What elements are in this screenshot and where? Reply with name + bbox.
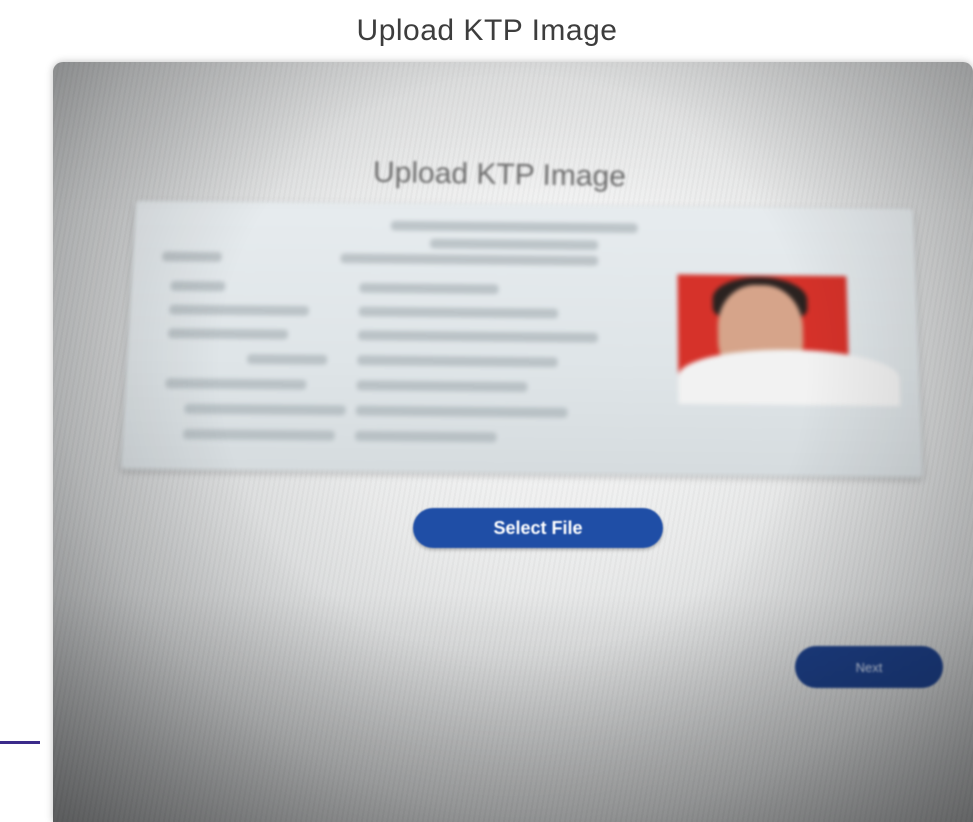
portrait-shirt	[678, 348, 901, 407]
card-text-line	[354, 430, 497, 443]
ktp-portrait-photo	[677, 274, 901, 407]
card-text-line	[170, 280, 226, 292]
card-text-line	[184, 403, 346, 416]
left-accent-line	[0, 741, 40, 744]
card-text-line	[169, 304, 310, 316]
card-header-line	[390, 220, 638, 234]
ktp-card-image	[120, 200, 924, 478]
uploaded-photo-preview: Upload KTP Image Select File Next	[53, 62, 973, 822]
card-text-line	[358, 306, 559, 319]
page-title: Upload KTP Image	[356, 14, 618, 47]
card-text-line	[355, 405, 568, 418]
card-text-line	[356, 380, 528, 393]
card-text-line	[167, 328, 289, 340]
card-text-line	[246, 354, 328, 365]
card-text-line	[182, 428, 335, 441]
photo-inner-title: Upload KTP Image	[372, 155, 627, 194]
card-text-line	[162, 251, 222, 262]
card-text-line	[357, 330, 599, 343]
card-text-line	[165, 378, 307, 390]
card-text-line	[359, 282, 499, 295]
card-header-line	[429, 238, 599, 251]
select-file-button[interactable]: Select File	[413, 508, 663, 548]
next-button[interactable]: Next	[795, 646, 943, 688]
card-text-line	[357, 355, 558, 368]
card-text-line	[340, 253, 599, 266]
